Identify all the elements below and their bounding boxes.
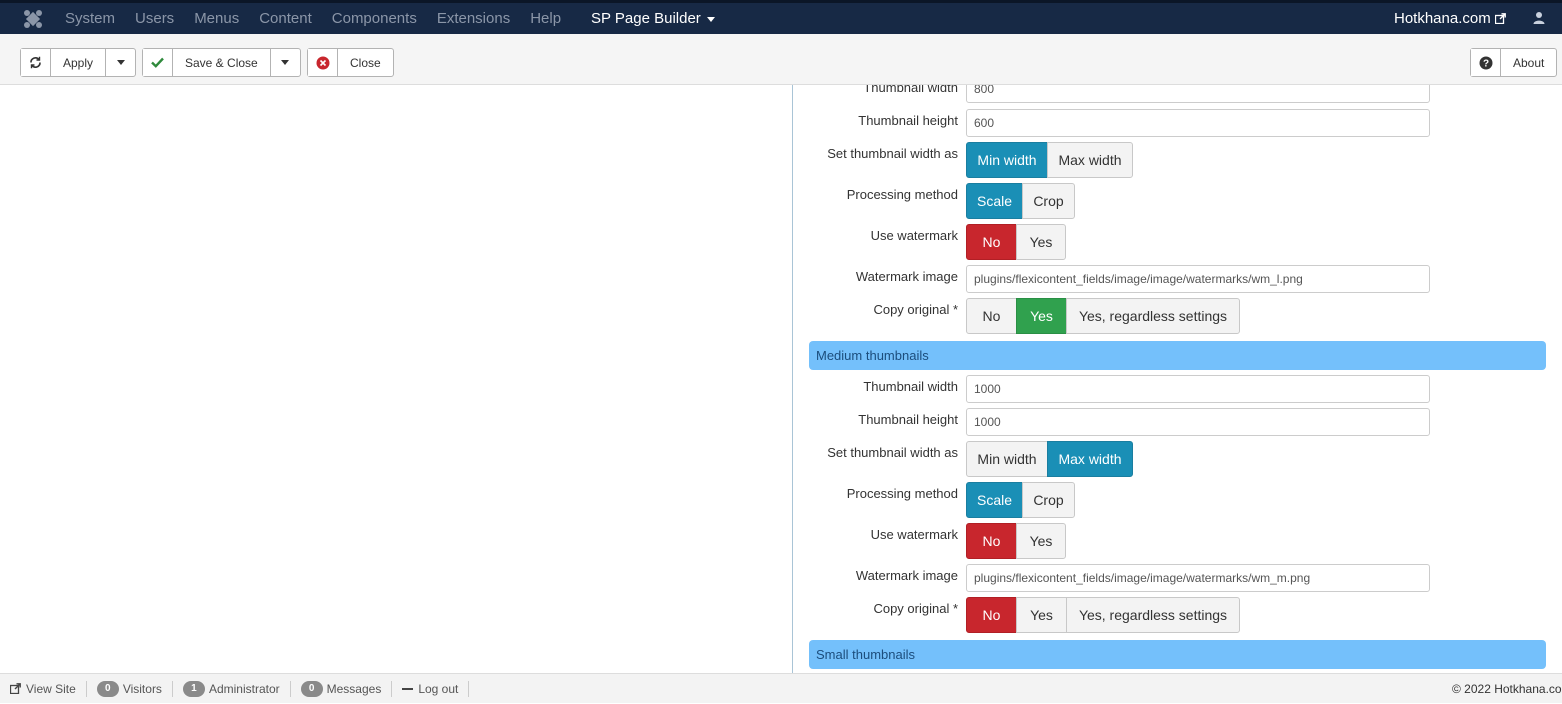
large-watermark-toggle: No Yes <box>966 224 1066 260</box>
small-thumbnails-header[interactable]: Small thumbnails <box>809 640 1546 669</box>
save-close-button[interactable]: Save & Close <box>173 49 270 76</box>
apply-dropdown-button[interactable] <box>105 49 135 76</box>
large-max-width-option[interactable]: Max width <box>1047 142 1133 178</box>
large-watermark-image-input[interactable]: plugins/flexicontent_fields/image/image/… <box>966 265 1430 293</box>
external-link-icon <box>1494 13 1506 24</box>
large-watermark-yes-option[interactable]: Yes <box>1016 224 1066 260</box>
caret-down-icon <box>281 60 290 65</box>
caret-down-icon <box>706 17 715 22</box>
large-processing-toggle: Scale Crop <box>966 183 1075 219</box>
external-link-icon <box>10 683 21 694</box>
large-copy-yes-option[interactable]: Yes <box>1016 298 1067 334</box>
large-scale-option[interactable]: Scale <box>966 183 1023 219</box>
medium-thumb-height-label: Thumbnail height <box>858 412 958 427</box>
medium-processing-toggle: Scale Crop <box>966 482 1075 518</box>
medium-copy-regardless-option[interactable]: Yes, regardless settings <box>1066 597 1240 633</box>
about-button-group: ? About <box>1470 48 1558 77</box>
medium-thumb-width-input[interactable]: 1000 <box>966 375 1430 403</box>
close-button[interactable]: Close <box>338 49 393 76</box>
large-set-width-label: Set thumbnail width as <box>827 146 958 161</box>
large-thumb-height-input[interactable]: 600 <box>966 109 1430 137</box>
medium-processing-label: Processing method <box>846 486 958 501</box>
apply-button[interactable]: Apply <box>51 49 105 76</box>
panel-divider <box>792 85 793 673</box>
joomla-logo-icon[interactable] <box>22 8 44 30</box>
cancel-circle-icon[interactable] <box>308 49 338 76</box>
medium-thumb-height-input[interactable]: 1000 <box>966 408 1430 436</box>
medium-set-width-label: Set thumbnail width as <box>827 445 958 460</box>
user-icon[interactable] <box>1532 11 1546 25</box>
question-circle-icon[interactable]: ? <box>1471 49 1501 76</box>
medium-copy-original-label: Copy original * <box>873 601 958 616</box>
toolbar: Apply Save & Close Close ? About <box>0 34 1562 85</box>
top-navbar: System Users Menus Content Components Ex… <box>0 0 1562 34</box>
medium-watermark-label: Use watermark <box>870 527 958 542</box>
view-site-label: View Site <box>26 681 76 696</box>
menu-users[interactable]: Users <box>135 10 174 27</box>
save-close-button-group: Save & Close <box>142 48 301 77</box>
large-set-width-toggle: Min width Max width <box>966 142 1133 178</box>
site-link[interactable]: Hotkhana.com <box>1394 3 1506 34</box>
about-button[interactable]: About <box>1501 49 1556 76</box>
caret-down-icon <box>116 60 125 65</box>
large-watermark-no-option[interactable]: No <box>966 224 1017 260</box>
medium-max-width-option[interactable]: Max width <box>1047 441 1133 477</box>
menu-sp-page-builder-label: SP Page Builder <box>591 10 701 27</box>
check-icon[interactable] <box>143 49 173 76</box>
messages-count-badge: 0 <box>300 680 323 697</box>
refresh-icon[interactable] <box>21 49 51 76</box>
menu-components[interactable]: Components <box>332 10 417 27</box>
svg-text:?: ? <box>1482 58 1488 69</box>
large-copy-original-toggle: No Yes Yes, regardless settings <box>966 298 1240 334</box>
medium-copy-no-option[interactable]: No <box>966 597 1017 633</box>
logout-link[interactable]: Log out <box>392 680 470 697</box>
large-thumb-height-label: Thumbnail height <box>858 113 958 128</box>
visitors-count-badge: 0 <box>96 680 119 697</box>
menu-menus[interactable]: Menus <box>194 10 239 27</box>
medium-watermark-image-input[interactable]: plugins/flexicontent_fields/image/image/… <box>966 564 1430 592</box>
administrator-label: Administrator <box>208 681 280 696</box>
messages-label: Messages <box>326 681 382 696</box>
close-button-group: Close <box>307 48 394 77</box>
large-processing-label: Processing method <box>846 187 958 202</box>
large-copy-original-label: Copy original * <box>873 302 958 317</box>
medium-scale-option[interactable]: Scale <box>966 482 1023 518</box>
menu-extensions[interactable]: Extensions <box>437 10 510 27</box>
medium-crop-option[interactable]: Crop <box>1022 482 1075 518</box>
admin-count-badge: 1 <box>182 680 205 697</box>
large-watermark-label: Use watermark <box>870 228 958 243</box>
menu-help[interactable]: Help <box>530 10 561 27</box>
medium-thumbnails-header[interactable]: Medium thumbnails <box>809 341 1546 370</box>
visitors-link[interactable]: 0 Visitors <box>87 680 173 697</box>
menu-content[interactable]: Content <box>259 10 312 27</box>
medium-watermark-no-option[interactable]: No <box>966 523 1017 559</box>
medium-watermark-image-label: Watermark image <box>855 568 958 583</box>
medium-copy-original-toggle: No Yes Yes, regardless settings <box>966 597 1240 633</box>
apply-button-group: Apply <box>20 48 137 77</box>
save-close-dropdown-button[interactable] <box>269 49 300 76</box>
copyright-text: © 2022 Hotkhana.com <box>1452 682 1562 696</box>
medium-copy-yes-option[interactable]: Yes <box>1016 597 1067 633</box>
medium-watermark-yes-option[interactable]: Yes <box>1016 523 1066 559</box>
medium-set-width-toggle: Min width Max width <box>966 441 1133 477</box>
menu-system[interactable]: System <box>65 10 115 27</box>
visitors-label: Visitors <box>122 681 162 696</box>
view-site-link[interactable]: View Site <box>0 680 87 697</box>
large-crop-option[interactable]: Crop <box>1022 183 1075 219</box>
administrator-link[interactable]: 1 Administrator <box>173 680 291 697</box>
large-min-width-option[interactable]: Min width <box>966 142 1048 178</box>
status-bar: View Site 0 Visitors 1 Administrator 0 M… <box>0 673 1562 703</box>
medium-watermark-toggle: No Yes <box>966 523 1066 559</box>
minus-icon <box>402 687 414 690</box>
medium-min-width-option[interactable]: Min width <box>966 441 1048 477</box>
medium-thumb-width-label: Thumbnail width <box>863 379 958 394</box>
menu-sp-page-builder[interactable]: SP Page Builder <box>591 3 715 34</box>
large-copy-no-option[interactable]: No <box>966 298 1017 334</box>
messages-link[interactable]: 0 Messages <box>291 680 393 697</box>
large-watermark-image-label: Watermark image <box>855 269 958 284</box>
site-name: Hotkhana.com <box>1394 10 1491 27</box>
large-copy-regardless-option[interactable]: Yes, regardless settings <box>1066 298 1240 334</box>
logout-label: Log out <box>418 681 459 696</box>
